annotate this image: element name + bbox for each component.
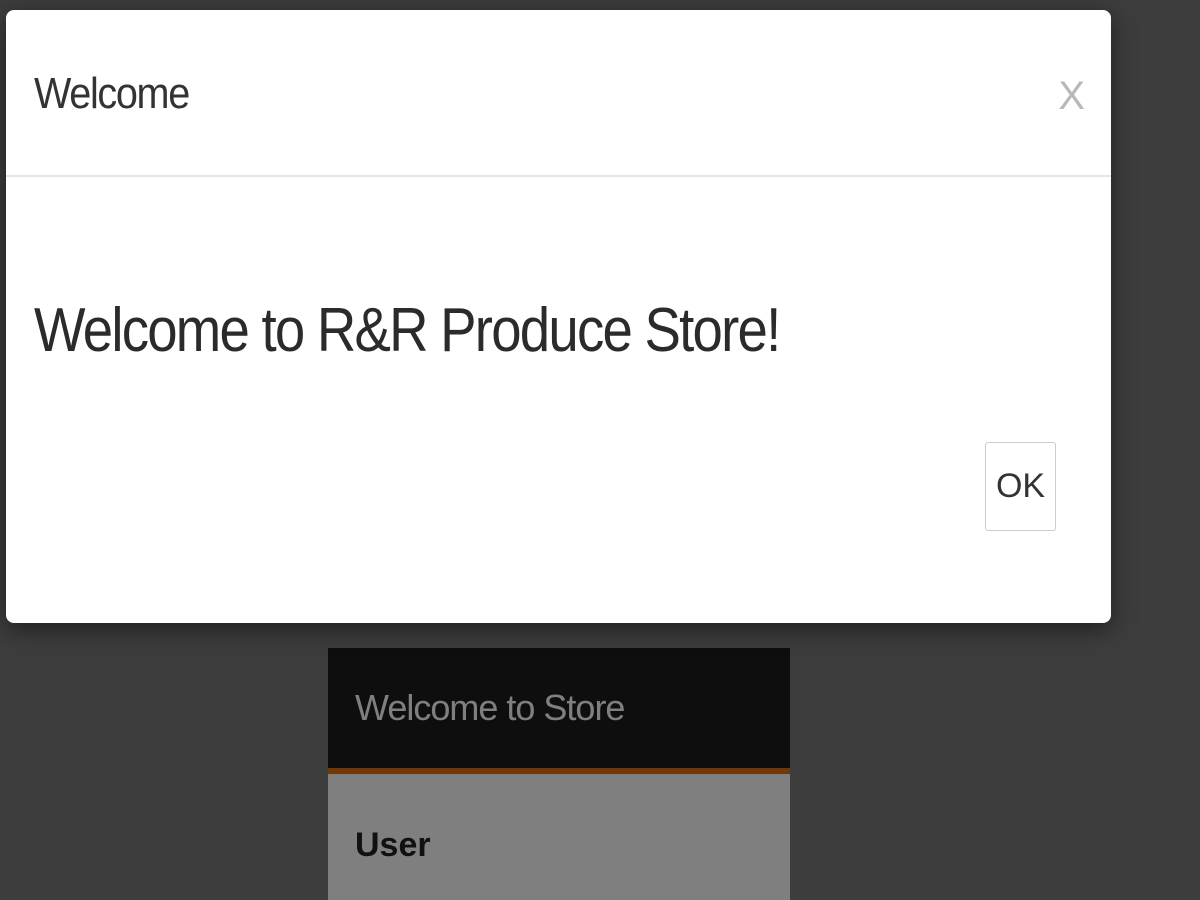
modal-title: Welcome bbox=[34, 69, 190, 118]
modal-header: Welcome X bbox=[6, 10, 1111, 177]
modal-message: Welcome to R&R Produce Store! bbox=[34, 296, 781, 365]
modal-body: Welcome to R&R Produce Store! bbox=[34, 300, 881, 362]
ok-button[interactable]: OK bbox=[985, 442, 1056, 531]
welcome-modal: Welcome X Welcome to R&R Produce Store! … bbox=[6, 10, 1111, 623]
close-icon[interactable]: X bbox=[1058, 76, 1085, 116]
